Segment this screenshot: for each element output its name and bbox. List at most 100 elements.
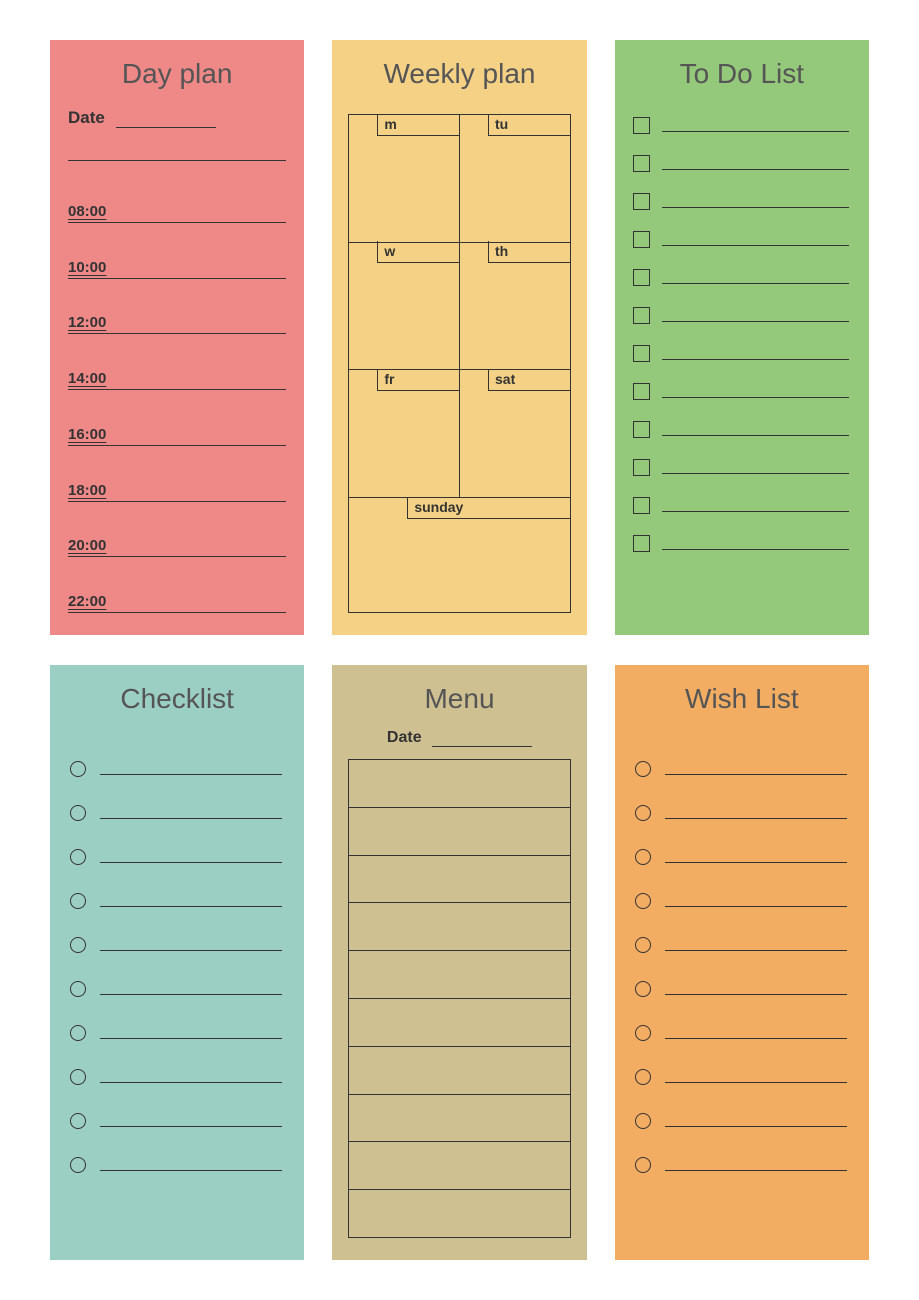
bullet-icon[interactable] [70, 1025, 86, 1041]
list-item [635, 1011, 847, 1055]
bullet-icon[interactable] [635, 981, 651, 997]
day-tab-sat: sat [488, 369, 570, 391]
bullet-icon[interactable] [635, 1113, 651, 1129]
todo-title: To Do List [631, 58, 853, 90]
bullet-icon[interactable] [70, 849, 86, 865]
todo-line[interactable] [662, 169, 849, 170]
week-cell-m[interactable]: m [349, 115, 460, 242]
checkbox-icon[interactable] [633, 231, 650, 248]
list-line[interactable] [665, 1126, 847, 1127]
list-line[interactable] [665, 1082, 847, 1083]
list-line[interactable] [100, 1170, 282, 1171]
list-line[interactable] [665, 774, 847, 775]
bullet-icon[interactable] [635, 893, 651, 909]
week-cell-tu[interactable]: tu [460, 115, 570, 242]
checkbox-icon[interactable] [633, 383, 650, 400]
list-line[interactable] [665, 1038, 847, 1039]
todo-line[interactable] [662, 397, 849, 398]
date-line[interactable] [116, 127, 216, 128]
menu-table [348, 759, 570, 1238]
todo-line[interactable] [662, 131, 849, 132]
bullet-icon[interactable] [70, 981, 86, 997]
menu-date-line[interactable] [432, 746, 532, 747]
checkbox-icon[interactable] [633, 269, 650, 286]
bullet-icon[interactable] [635, 849, 651, 865]
todo-line[interactable] [662, 549, 849, 550]
menu-row[interactable] [349, 951, 569, 999]
week-cell-th[interactable]: th [460, 243, 570, 370]
list-line[interactable] [100, 1038, 282, 1039]
list-line[interactable] [100, 906, 282, 907]
checkbox-icon[interactable] [633, 421, 650, 438]
checkbox-icon[interactable] [633, 193, 650, 210]
checkbox-icon[interactable] [633, 459, 650, 476]
list-line[interactable] [665, 862, 847, 863]
menu-row[interactable] [349, 903, 569, 951]
day-tab-tu: tu [488, 114, 570, 136]
list-line[interactable] [100, 862, 282, 863]
bullet-icon[interactable] [70, 1069, 86, 1085]
time-row[interactable]: 16:00 [68, 402, 286, 446]
bullet-icon[interactable] [635, 1025, 651, 1041]
bullet-icon[interactable] [70, 761, 86, 777]
list-item [635, 1055, 847, 1099]
menu-row[interactable] [349, 760, 569, 808]
todo-line[interactable] [662, 359, 849, 360]
time-row[interactable]: 10:00 [68, 235, 286, 279]
list-line[interactable] [100, 1126, 282, 1127]
list-line[interactable] [665, 994, 847, 995]
todo-line[interactable] [662, 283, 849, 284]
list-line[interactable] [665, 818, 847, 819]
bullet-icon[interactable] [70, 805, 86, 821]
checkbox-icon[interactable] [633, 155, 650, 172]
menu-row[interactable] [349, 856, 569, 904]
list-line[interactable] [665, 950, 847, 951]
week-cell-sunday[interactable]: sunday [349, 498, 569, 612]
todo-line[interactable] [662, 245, 849, 246]
list-item [70, 835, 282, 879]
bullet-icon[interactable] [635, 805, 651, 821]
menu-row[interactable] [349, 1190, 569, 1237]
list-line[interactable] [100, 1082, 282, 1083]
time-row[interactable]: 18:00 [68, 458, 286, 502]
todo-item [633, 258, 849, 296]
todo-line[interactable] [662, 207, 849, 208]
time-row[interactable]: 12:00 [68, 290, 286, 334]
checkbox-icon[interactable] [633, 497, 650, 514]
time-row[interactable]: 20:00 [68, 513, 286, 557]
blank-line[interactable] [68, 160, 286, 161]
menu-row[interactable] [349, 1095, 569, 1143]
menu-row[interactable] [349, 808, 569, 856]
menu-row[interactable] [349, 999, 569, 1047]
bullet-icon[interactable] [635, 937, 651, 953]
list-line[interactable] [665, 1170, 847, 1171]
bullet-icon[interactable] [635, 1069, 651, 1085]
bullet-icon[interactable] [635, 761, 651, 777]
bullet-icon[interactable] [70, 893, 86, 909]
menu-row[interactable] [349, 1142, 569, 1190]
bullet-icon[interactable] [70, 1113, 86, 1129]
week-cell-w[interactable]: w [349, 243, 460, 370]
list-line[interactable] [100, 950, 282, 951]
checkbox-icon[interactable] [633, 307, 650, 324]
week-cell-sat[interactable]: sat [460, 370, 570, 497]
time-row[interactable]: 22:00 [68, 569, 286, 613]
todo-line[interactable] [662, 321, 849, 322]
todo-line[interactable] [662, 473, 849, 474]
checkbox-icon[interactable] [633, 117, 650, 134]
time-row[interactable]: 14:00 [68, 346, 286, 390]
checkbox-icon[interactable] [633, 345, 650, 362]
list-line[interactable] [100, 818, 282, 819]
bullet-icon[interactable] [635, 1157, 651, 1173]
week-cell-fr[interactable]: fr [349, 370, 460, 497]
time-row[interactable]: 08:00 [68, 179, 286, 223]
menu-row[interactable] [349, 1047, 569, 1095]
list-line[interactable] [100, 774, 282, 775]
todo-line[interactable] [662, 435, 849, 436]
list-line[interactable] [665, 906, 847, 907]
todo-line[interactable] [662, 511, 849, 512]
bullet-icon[interactable] [70, 937, 86, 953]
checkbox-icon[interactable] [633, 535, 650, 552]
bullet-icon[interactable] [70, 1157, 86, 1173]
list-line[interactable] [100, 994, 282, 995]
